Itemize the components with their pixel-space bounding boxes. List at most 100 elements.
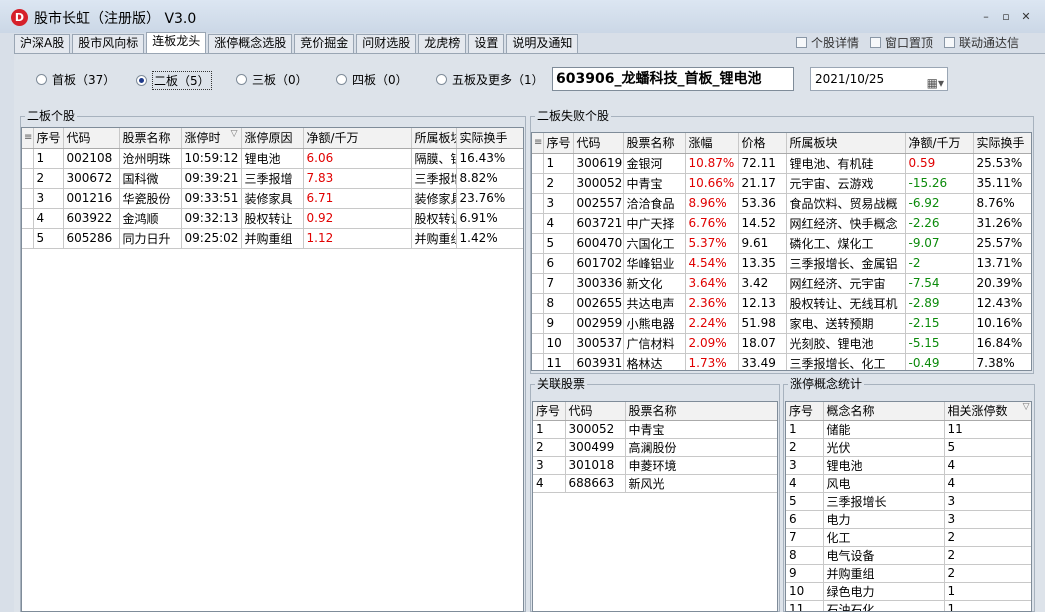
radio-fourth-board[interactable]: 四板（0） — [336, 71, 408, 88]
table-row[interactable]: 5 三季报增长 3 — [786, 492, 1031, 511]
stock-info-field[interactable]: 603906_龙蟠科技_首板_锂电池 — [552, 67, 794, 91]
column-header[interactable]: 净额/千万 — [303, 128, 412, 149]
table-row[interactable]: 1 300052 中青宝 — [533, 420, 777, 439]
two-board-fail-table[interactable]: ≡ 序号 代码 股票名称 涨幅 价格 所属板块 净额/千万 实际换手 1 3006… — [531, 132, 1032, 371]
checkbox-box[interactable] — [796, 37, 807, 48]
tab-consecutive-board-leaders[interactable]: 连板龙头 — [146, 32, 207, 53]
cell-price: 21.17 — [738, 173, 787, 194]
tab-market-indicator[interactable]: 股市风向标 — [72, 34, 145, 53]
cell-limit-time: 09:39:21 — [181, 168, 242, 189]
radio-button[interactable] — [236, 74, 247, 85]
table-row[interactable]: 5605286同力日升09:25:02并购重组1.12并购重组、储能1.42% — [22, 228, 523, 249]
tab-auction-mining[interactable]: 竞价掘金 — [294, 34, 355, 53]
column-header[interactable]: 序号 — [543, 133, 574, 154]
table-row[interactable]: 4 风电 4 — [786, 474, 1031, 493]
table-row[interactable]: 6 电力 3 — [786, 510, 1031, 529]
checkbox-box[interactable] — [870, 37, 881, 48]
tab-dragon-tiger-list[interactable]: 龙虎榜 — [418, 34, 467, 53]
table-row[interactable]: 5 600470 六国化工 5.37% 9.61 磷化工、煤化工 -9.07 25.57% — [532, 233, 1031, 254]
cell-name: 六国化工 — [623, 233, 686, 254]
table-row[interactable]: 4 688663 新风光 — [533, 474, 777, 493]
cell-count: 1 — [944, 600, 1031, 611]
column-header[interactable]: 代码 — [565, 402, 626, 421]
table-row[interactable]: 7 300336 新文化 3.64% 3.42 网红经济、元宇宙 -7.54 20.39% — [532, 273, 1031, 294]
table-row[interactable]: 3 301018 申菱环境 — [533, 456, 777, 475]
column-header[interactable]: 序号 — [786, 402, 824, 421]
radio-second-board[interactable]: 二板（5） — [136, 71, 212, 90]
row-selector-icon[interactable]: ≡ — [22, 128, 34, 149]
tab-limit-up-concept[interactable]: 涨停概念选股 — [208, 34, 293, 53]
radio-button[interactable] — [136, 75, 147, 86]
column-header[interactable]: 股票名称 — [119, 128, 182, 149]
column-header[interactable]: 所属板块 — [411, 128, 457, 149]
two-board-table[interactable]: ≡ 序号 代码 股票名称 涨停时 ▽ 涨停原因 净额/千万 所属板块 实际换手 1… — [21, 127, 524, 612]
minimize-icon[interactable]: – — [977, 9, 995, 25]
checkbox-box[interactable] — [944, 37, 955, 48]
radio-fifth-board-plus[interactable]: 五板及更多（1） — [436, 71, 544, 88]
column-header[interactable]: 序号 — [33, 128, 64, 149]
table-row[interactable]: 4 603721 中广天择 6.76% 14.52 网红经济、快手概念 -2.26 31.26… — [532, 213, 1031, 234]
column-header[interactable]: 净额/千万 — [905, 133, 974, 154]
window-top-checkbox[interactable]: 窗口置顶 — [870, 34, 933, 51]
table-row[interactable]: 9 002959 小熊电器 2.24% 51.98 家电、送转预期 -2.15 10.16% — [532, 313, 1031, 334]
cell-net: 0.92 — [303, 208, 412, 229]
column-header[interactable]: 涨停时 ▽ — [181, 128, 242, 149]
table-row[interactable]: 1 300619 金银河 10.87% 72.11 锂电池、有机硅 0.59 25.53% — [532, 153, 1031, 174]
table-row[interactable]: 6 601702 华峰铝业 4.54% 13.35 三季报增长、金属铝 -2 13.71% — [532, 253, 1031, 274]
column-header[interactable]: 实际换手 — [456, 128, 523, 149]
date-picker[interactable]: 2021/10/25 ▦▾ — [810, 67, 948, 91]
tab-hs-a-shares[interactable]: 沪深A股 — [14, 34, 71, 53]
row-selector-cell — [532, 313, 544, 334]
column-header[interactable]: 实际换手 — [973, 133, 1031, 154]
column-header[interactable]: 代码 — [63, 128, 120, 149]
concept-stats-table[interactable]: 序号 概念名称 相关涨停数 ▽ 1 储能 11 2 光伏 5 3 锂电池 4 4 风电 4 5 三季… — [785, 401, 1032, 612]
table-row[interactable]: 7 化工 2 — [786, 528, 1031, 547]
row-selector-icon[interactable]: ≡ — [532, 133, 544, 154]
cell-price: 53.36 — [738, 193, 787, 214]
cell-sector: 锂电池、有机硅 — [786, 153, 906, 174]
column-header[interactable]: 股票名称 — [623, 133, 686, 154]
radio-button[interactable] — [336, 74, 347, 85]
table-row[interactable]: 11 603931 格林达 1.73% 33.49 三季报增长、化工 -0.49 7.38% — [532, 353, 1031, 370]
column-header[interactable]: 股票名称 — [625, 402, 777, 421]
column-header[interactable]: 代码 — [573, 133, 624, 154]
radio-button[interactable] — [36, 74, 47, 85]
column-header[interactable]: 涨停原因 — [241, 128, 304, 149]
column-header[interactable]: 所属板块 — [786, 133, 906, 154]
table-row[interactable]: 2 300052 中青宝 10.66% 21.17 元宇宙、云游戏 -15.26 35.11% — [532, 173, 1031, 194]
column-header[interactable]: 涨幅 — [685, 133, 739, 154]
table-row[interactable]: 9 并购重组 2 — [786, 564, 1031, 583]
calendar-dropdown-icon[interactable]: ▦▾ — [927, 72, 944, 94]
table-row[interactable]: 3 002557 洽洽食品 8.96% 53.36 食品饮料、贸易战概 -6.92 8.76% — [532, 193, 1031, 214]
radio-third-board[interactable]: 三板（0） — [236, 71, 308, 88]
table-row[interactable]: 3 锂电池 4 — [786, 456, 1031, 475]
radio-first-board[interactable]: 首板（37） — [36, 71, 115, 88]
radio-button[interactable] — [436, 74, 447, 85]
table-row[interactable]: 2 光伏 5 — [786, 438, 1031, 457]
table-row[interactable]: 2 300499 高澜股份 — [533, 438, 777, 457]
table-row[interactable]: 4603922金鸿顺09:32:13股权转让0.92股权转让、新能源6.91% — [22, 208, 523, 229]
table-row[interactable]: 2300672国科微09:39:21三季报增7.83三季报增长、芯片8.82% — [22, 168, 523, 189]
maximize-icon[interactable]: ▫ — [997, 9, 1015, 25]
close-icon[interactable]: ✕ — [1017, 9, 1035, 25]
table-row[interactable]: 10 绿色电力 1 — [786, 582, 1031, 601]
tab-settings[interactable]: 设置 — [468, 34, 505, 53]
table-row[interactable]: 1002108沧州明珠10:59:12锂电池6.06隔膜、锂电池16.43% — [22, 148, 523, 169]
column-header[interactable]: 价格 — [738, 133, 787, 154]
table-row[interactable]: 1 储能 11 — [786, 420, 1031, 439]
cell-reason: 股权转让 — [241, 208, 304, 229]
link-tdx-checkbox[interactable]: 联动通达信 — [944, 34, 1019, 51]
related-stocks-table[interactable]: 序号 代码 股票名称 1 300052 中青宝 2 300499 高澜股份 3 30101… — [532, 401, 778, 612]
table-row[interactable]: 8 002655 共达电声 2.36% 12.13 股权转让、无线耳机 -2.89 12.43… — [532, 293, 1031, 314]
table-row[interactable]: 11 石油石化 1 — [786, 600, 1031, 611]
table-row[interactable]: 3001216华瓷股份09:33:51装修家具6.71装修家具、次新股23.76… — [22, 188, 523, 209]
stock-detail-checkbox[interactable]: 个股详情 — [796, 34, 859, 51]
table-row[interactable]: 8 电气设备 2 — [786, 546, 1031, 565]
table-row[interactable]: 10 300537 广信材料 2.09% 18.07 光刻胶、锂电池 -5.15 16.84% — [532, 333, 1031, 354]
tab-wencai-select[interactable]: 问财选股 — [356, 34, 417, 53]
cell-count: 4 — [944, 456, 1031, 475]
column-header[interactable]: 概念名称 — [823, 402, 945, 421]
tab-notices[interactable]: 说明及通知 — [506, 34, 579, 53]
column-header[interactable]: 相关涨停数 ▽ — [944, 402, 1031, 421]
column-header[interactable]: 序号 — [533, 402, 566, 421]
